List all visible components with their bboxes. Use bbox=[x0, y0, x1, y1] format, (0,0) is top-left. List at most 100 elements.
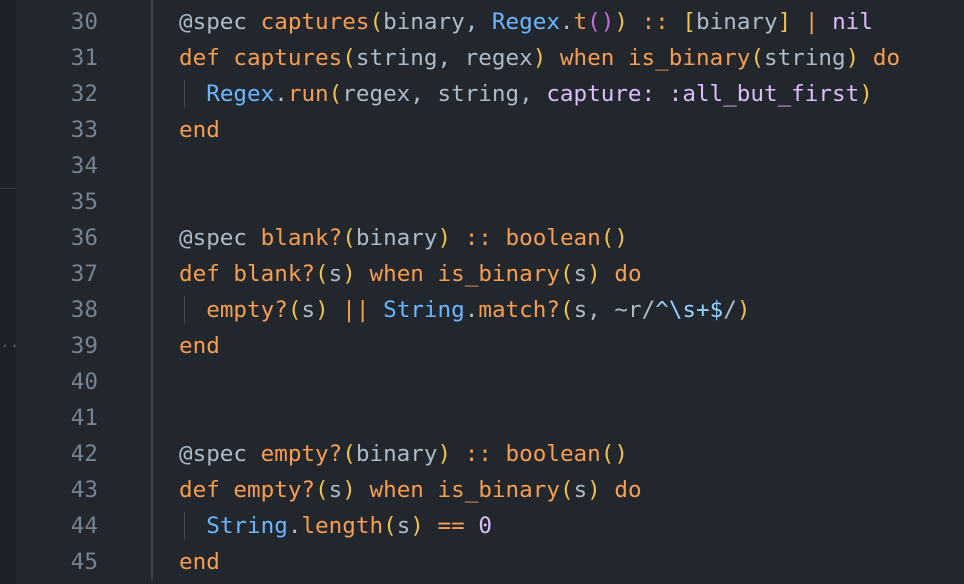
code-token: ( bbox=[342, 225, 356, 251]
code-token: ( bbox=[315, 261, 329, 287]
line-number: 44 bbox=[70, 513, 98, 539]
code-token: boolean bbox=[505, 441, 601, 467]
code-token: . bbox=[464, 297, 479, 323]
code-token: :all_but_first bbox=[668, 81, 860, 107]
code-token: binary bbox=[355, 441, 438, 467]
code-token: ) bbox=[614, 9, 628, 35]
code-line[interactable]: String.length(s) == 0 bbox=[179, 508, 900, 544]
code-token: empty? bbox=[260, 441, 343, 467]
line-number: 38 bbox=[70, 297, 98, 323]
line-number: 34 bbox=[70, 153, 98, 179]
code-token: ( bbox=[559, 477, 574, 503]
code-editor[interactable]: .. 30 31 32 33 34 35 36 37 38 39 40 41 42 43 44 45 @spe… bbox=[0, 0, 964, 584]
code-token: t bbox=[573, 9, 588, 35]
code-line[interactable]: def blank?(s) when is_binary(s) do bbox=[179, 256, 900, 292]
code-token: def bbox=[179, 261, 220, 287]
line-number: 39 bbox=[70, 333, 98, 359]
code-token: ^\s+$ bbox=[655, 297, 724, 323]
code-token: blank? bbox=[260, 225, 343, 251]
indent-guide bbox=[184, 296, 185, 324]
code-token: ( bbox=[342, 441, 356, 467]
code-token: () bbox=[600, 441, 628, 467]
code-token: ) bbox=[437, 225, 452, 251]
line-number-gutter: 30 31 32 33 34 35 36 37 38 39 40 41 42 43 44 45 bbox=[16, 4, 98, 580]
code-token: . bbox=[287, 513, 302, 539]
line-number: 36 bbox=[70, 225, 98, 251]
code-line[interactable]: @spec captures(binary, Regex.t()) :: [bi… bbox=[179, 4, 900, 40]
code-token: / bbox=[723, 297, 737, 323]
code-token: def bbox=[179, 477, 220, 503]
code-token: ) bbox=[410, 513, 424, 539]
code-token: regex, string, bbox=[342, 81, 547, 107]
code-line[interactable]: def captures(string, regex) when is_bina… bbox=[179, 40, 900, 76]
code-token: def bbox=[179, 45, 220, 71]
code-token: captures bbox=[260, 9, 370, 35]
code-token: binary bbox=[696, 9, 778, 35]
code-line[interactable]: Regex.run(regex, string, capture: :all_b… bbox=[179, 76, 900, 112]
code-token: do bbox=[872, 45, 901, 71]
code-token: :: bbox=[641, 9, 669, 35]
code-token: @spec bbox=[179, 9, 248, 35]
code-line[interactable]: end bbox=[179, 328, 900, 364]
code-token: match? bbox=[478, 297, 560, 323]
code-token: () bbox=[587, 9, 615, 35]
code-line[interactable]: def empty?(s) when is_binary(s) do bbox=[179, 472, 900, 508]
code-line[interactable] bbox=[179, 148, 900, 184]
code-line[interactable]: end bbox=[179, 544, 900, 580]
code-token: binary bbox=[355, 225, 438, 251]
code-token: ( bbox=[369, 9, 384, 35]
code-token: ] bbox=[777, 9, 792, 35]
line-number: 37 bbox=[70, 261, 98, 287]
code-token: string bbox=[764, 45, 846, 71]
code-token: s bbox=[573, 261, 588, 287]
code-token: ) bbox=[437, 441, 452, 467]
code-line[interactable]: @spec blank?(binary) :: boolean() bbox=[179, 220, 900, 256]
code-token: run bbox=[287, 81, 329, 107]
code-area[interactable]: @spec captures(binary, Regex.t()) :: [bi… bbox=[179, 4, 900, 580]
code-line[interactable]: @spec empty?(binary) :: boolean() bbox=[179, 436, 900, 472]
code-token: s bbox=[573, 477, 588, 503]
code-line[interactable] bbox=[179, 184, 900, 220]
code-token: end bbox=[179, 549, 220, 575]
code-token: end bbox=[179, 117, 220, 143]
code-token: boolean bbox=[505, 225, 601, 251]
line-number: 31 bbox=[70, 45, 98, 71]
code-token: () bbox=[600, 225, 628, 251]
code-token: when bbox=[369, 261, 424, 287]
code-line[interactable]: end bbox=[179, 112, 900, 148]
line-number: 35 bbox=[70, 189, 98, 215]
code-token: ) bbox=[736, 297, 751, 323]
code-token: is_binary bbox=[437, 477, 560, 503]
code-token: ( bbox=[383, 513, 397, 539]
code-token: ~r/ bbox=[614, 297, 656, 323]
code-token: empty? bbox=[206, 297, 288, 323]
code-line[interactable] bbox=[179, 364, 900, 400]
code-token: [ bbox=[682, 9, 697, 35]
code-token: nil bbox=[832, 9, 873, 35]
code-token: ( bbox=[559, 261, 574, 287]
code-token: s, bbox=[573, 297, 615, 323]
code-line[interactable] bbox=[179, 400, 900, 436]
code-token: . bbox=[274, 81, 288, 107]
code-token: 0 bbox=[478, 513, 492, 539]
code-token: Regex bbox=[491, 9, 560, 35]
code-token: ) bbox=[587, 261, 601, 287]
code-token: capture: bbox=[546, 81, 656, 107]
code-token: String bbox=[206, 513, 288, 539]
code-token: @spec bbox=[179, 441, 248, 467]
code-token: :: bbox=[464, 441, 492, 467]
code-token: captures bbox=[233, 45, 343, 71]
code-line[interactable]: empty?(s) || String.match?(s, ~r/^\s+$/) bbox=[179, 292, 900, 328]
